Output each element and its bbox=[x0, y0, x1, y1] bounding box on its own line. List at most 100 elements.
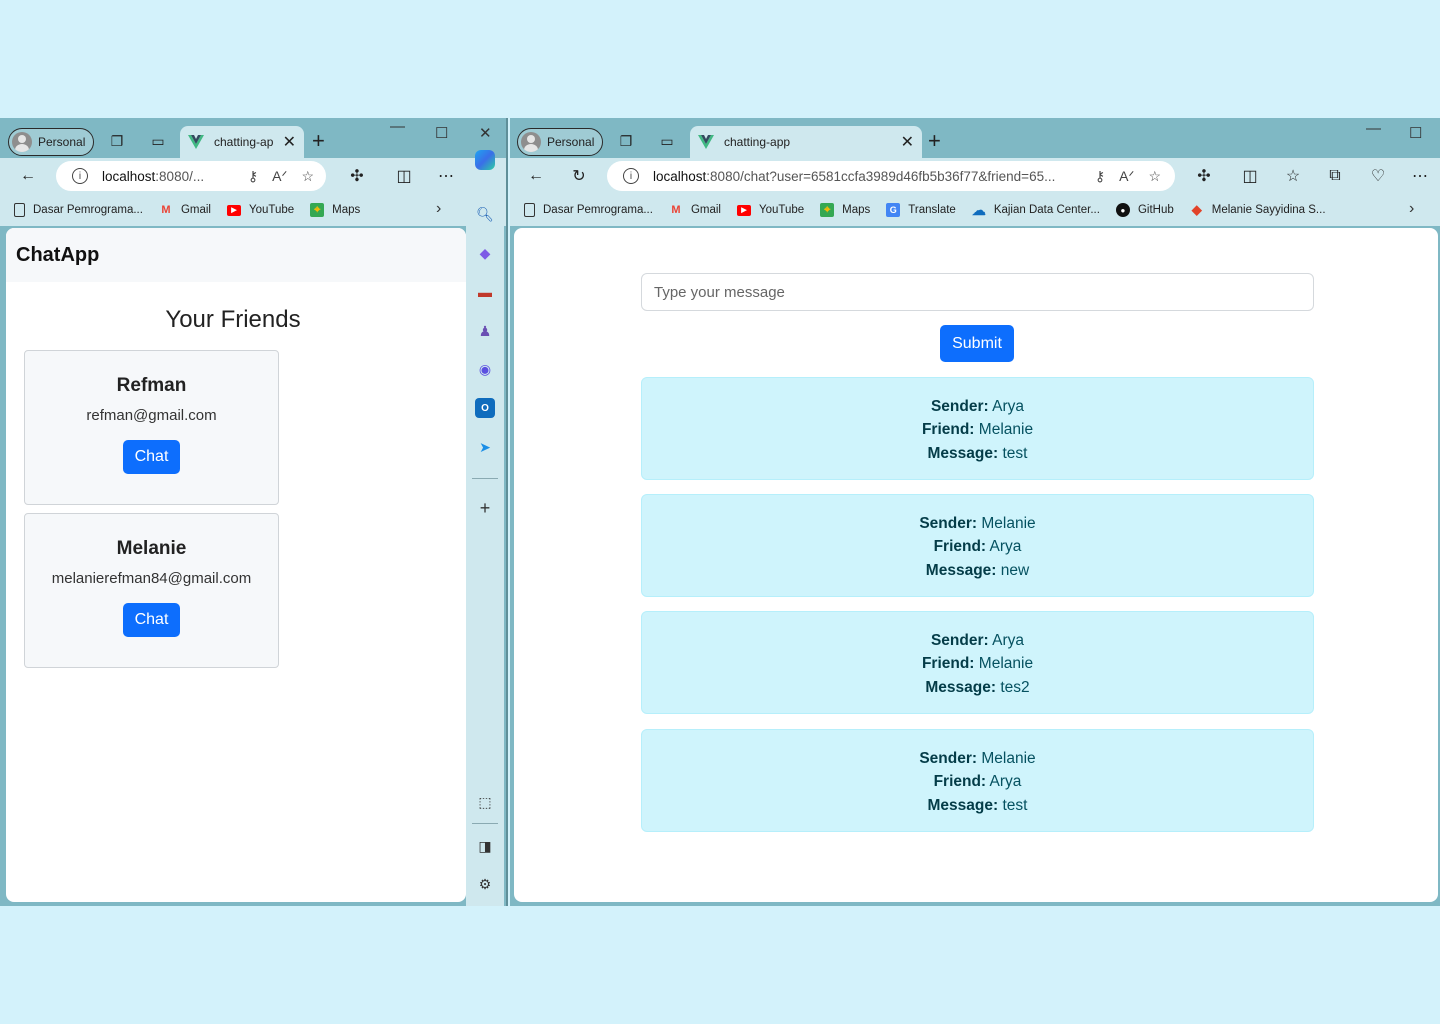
tab-actions-icon[interactable]: ▭ bbox=[658, 132, 676, 150]
bookmark-dasar[interactable]: Dasar Pemrograma... bbox=[14, 203, 143, 217]
message-line: Message: test bbox=[927, 796, 1028, 814]
favorites-icon[interactable]: ☆ bbox=[1283, 166, 1303, 186]
submit-button[interactable]: Submit bbox=[940, 325, 1014, 362]
vue-logo-icon bbox=[698, 135, 714, 149]
chat-button[interactable]: Chat bbox=[122, 603, 181, 637]
hide-sidebar-icon[interactable]: ◨ bbox=[475, 836, 495, 856]
friend-name: Refman bbox=[116, 375, 187, 396]
bookmarks-overflow-chevron-icon[interactable]: › bbox=[436, 200, 441, 218]
friend-line: Friend: Arya bbox=[933, 773, 1022, 791]
url-text: localhost:8080/chat?user=6581ccfa3989d46… bbox=[653, 168, 1056, 184]
minimize-button[interactable]: — bbox=[1366, 120, 1381, 137]
app-brand[interactable]: ChatApp bbox=[16, 244, 99, 267]
minimize-button[interactable]: — bbox=[390, 118, 405, 135]
extensions-icon[interactable]: ✣ bbox=[1194, 166, 1214, 186]
bookmark-youtube[interactable]: ▶ YouTube bbox=[736, 204, 804, 216]
more-menu-icon[interactable]: ⋯ bbox=[1410, 166, 1430, 186]
key-icon[interactable]: ⚷ bbox=[248, 168, 258, 185]
bookmark-gitlab[interactable]: ◆ Melanie Sayyidina S... bbox=[1190, 202, 1326, 217]
address-bar[interactable]: i localhost:8080/chat?user=6581ccfa3989d… bbox=[607, 161, 1175, 191]
microsoft-365-icon[interactable]: ◉ bbox=[475, 359, 495, 379]
message-card: Sender: Melanie Friend: Arya Message: te… bbox=[641, 729, 1314, 832]
favorite-star-icon[interactable]: ☆ bbox=[301, 168, 314, 185]
youtube-icon: ▶ bbox=[736, 204, 751, 216]
bookmark-translate[interactable]: G Translate bbox=[886, 203, 956, 217]
bookmarks-bar: Dasar Pemrograma... M Gmail ▶ YouTube ⌖ Map… bbox=[510, 194, 1440, 226]
new-tab-button[interactable]: + bbox=[928, 128, 941, 154]
more-menu-icon[interactable]: ⋯ bbox=[436, 166, 456, 186]
profile-button[interactable]: Personal bbox=[8, 128, 95, 156]
chat-button[interactable]: Chat bbox=[122, 440, 181, 474]
message-input[interactable]: Type your message bbox=[641, 273, 1314, 311]
sender-line: Sender: Arya bbox=[930, 632, 1025, 649]
add-icon[interactable]: + bbox=[475, 498, 495, 518]
app-navbar: ChatApp bbox=[6, 228, 466, 282]
split-screen-icon[interactable]: ◫ bbox=[1240, 166, 1260, 186]
maximize-button[interactable]: ☐ bbox=[435, 124, 448, 142]
bookmarks-overflow-chevron-icon[interactable]: › bbox=[1409, 200, 1414, 218]
bookmark-kajian[interactable]: ☁ Kajian Data Center... bbox=[971, 201, 1100, 218]
maximize-button[interactable]: ☐ bbox=[1409, 124, 1422, 142]
tab-actions-icon[interactable]: ▭ bbox=[149, 132, 167, 150]
bookmark-github[interactable]: ● GitHub bbox=[1115, 203, 1174, 217]
tab-strip: Personal ❐ ▭ chatting-app ✕ + — ☐ bbox=[510, 118, 1440, 158]
split-screen-icon[interactable]: ◫ bbox=[394, 166, 414, 186]
sender-line: Sender: Melanie bbox=[919, 515, 1036, 532]
gear-icon[interactable]: ⚙ bbox=[475, 874, 495, 894]
workspaces-icon[interactable]: ❐ bbox=[108, 132, 126, 150]
collections-icon[interactable]: ⧉ bbox=[1325, 166, 1345, 186]
tab-chatting-app[interactable]: chatting-ap ✕ bbox=[180, 126, 304, 158]
tools-icon[interactable]: ▬ bbox=[475, 282, 495, 302]
site-info-icon[interactable]: i bbox=[72, 168, 88, 184]
bookmark-dasar[interactable]: Dasar Pemrograma... bbox=[524, 203, 653, 217]
key-icon[interactable]: ⚷ bbox=[1095, 168, 1105, 185]
gmail-icon: M bbox=[161, 204, 171, 216]
read-aloud-icon[interactable]: Aᐟ bbox=[1119, 168, 1134, 185]
workspaces-icon[interactable]: ❐ bbox=[617, 132, 635, 150]
tab-chatting-app[interactable]: chatting-app ✕ bbox=[690, 126, 922, 158]
message-line: Message: tes2 bbox=[925, 678, 1030, 696]
read-aloud-icon[interactable]: Aᐟ bbox=[272, 168, 287, 185]
translate-icon: G bbox=[886, 203, 901, 217]
close-window-button[interactable]: ✕ bbox=[479, 124, 492, 142]
close-tab-icon[interactable]: ✕ bbox=[901, 132, 914, 152]
bookmark-maps[interactable]: ⌖ Maps bbox=[310, 203, 360, 217]
tab-title: chatting-ap bbox=[214, 135, 274, 149]
friend-line: Friend: Arya bbox=[933, 538, 1022, 556]
browser-toolbar: ← i localhost:8080/... ⚷ Aᐟ ☆ ✣ ◫ ⋯ bbox=[0, 158, 506, 194]
bookmark-maps[interactable]: ⌖ Maps bbox=[820, 203, 870, 217]
friend-line: Friend: Melanie bbox=[921, 421, 1034, 439]
shopping-tag-icon[interactable]: ◆ bbox=[475, 243, 495, 263]
bookmark-gmail[interactable]: M Gmail bbox=[159, 203, 211, 217]
friend-name: Melanie bbox=[116, 538, 187, 559]
drop-send-icon[interactable]: ➤ bbox=[475, 437, 495, 457]
friends-heading: Your Friends bbox=[165, 306, 301, 333]
back-arrow-icon[interactable]: ← bbox=[18, 166, 38, 186]
outlook-icon[interactable]: O bbox=[475, 398, 495, 418]
close-tab-icon[interactable]: ✕ bbox=[283, 132, 296, 152]
bookmark-youtube[interactable]: ▶ YouTube bbox=[226, 204, 294, 216]
site-info-icon[interactable]: i bbox=[623, 168, 639, 184]
sidebar-divider bbox=[472, 823, 498, 824]
search-icon[interactable]: 🔍︎ bbox=[475, 204, 495, 224]
profile-label: Personal bbox=[547, 135, 595, 149]
sender-line: Sender: Arya bbox=[930, 398, 1025, 415]
address-bar[interactable]: i localhost:8080/... ⚷ Aᐟ ☆ bbox=[56, 161, 326, 191]
avatar-icon bbox=[521, 132, 541, 152]
new-tab-button[interactable]: + bbox=[312, 128, 325, 154]
refresh-icon[interactable]: ↻ bbox=[569, 166, 589, 186]
games-icon[interactable]: ♟ bbox=[475, 321, 495, 341]
message-card: Sender: Arya Friend: Melanie Message: te… bbox=[641, 611, 1314, 714]
extensions-icon[interactable]: ✣ bbox=[347, 166, 367, 186]
back-arrow-icon[interactable]: ← bbox=[526, 166, 546, 186]
tab-strip: Personal ❐ ▭ chatting-ap ✕ + — ☐ ✕ bbox=[0, 118, 506, 158]
bookmark-gmail[interactable]: M Gmail bbox=[669, 203, 721, 217]
page-icon bbox=[14, 203, 25, 217]
profile-button[interactable]: Personal bbox=[517, 128, 604, 156]
performance-icon[interactable]: ♡ bbox=[1368, 166, 1388, 186]
copilot-icon[interactable] bbox=[475, 150, 495, 170]
favorite-star-icon[interactable]: ☆ bbox=[1148, 168, 1161, 185]
screenshot-icon[interactable]: ⬚ bbox=[475, 792, 495, 812]
cloud-icon: ☁ bbox=[971, 201, 986, 218]
message-line: Message: new bbox=[925, 561, 1030, 579]
